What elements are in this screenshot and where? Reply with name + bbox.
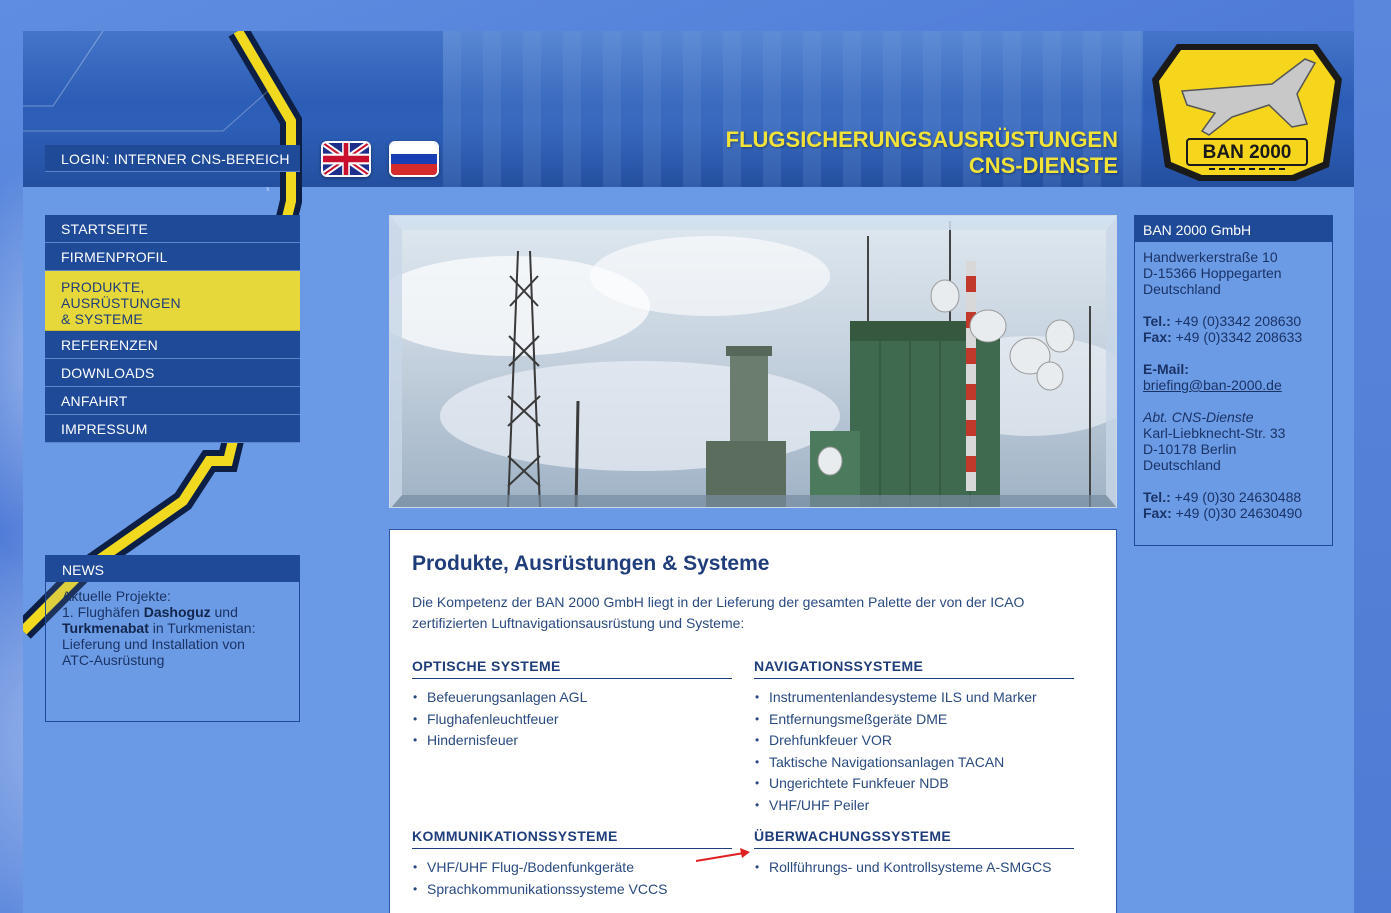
email-link[interactable]: briefing@ban-2000.de [1143,377,1282,393]
address-fax: Fax: +49 (0)3342 208633 [1143,329,1303,345]
news-city-turkmenabat: Turkmenabat [62,620,149,636]
news-line: Lieferung und Installation von [62,636,245,652]
section-title: OPTISCHE SYSTEME [412,658,732,679]
list-item: Sprachkommunikationssysteme VCCS [412,879,732,901]
news-line: 1. Flughäfen Dashoguz und [62,604,238,620]
ban2000-logo[interactable]: BAN 2000 [1147,39,1347,184]
address-street-2: Karl-Liebknecht-Str. 33 [1143,425,1286,441]
nav-item-startseite[interactable]: STARTSEITE [45,215,300,243]
address-text: Handwerkerstraße 10 D-15366 Hoppegarten … [1135,242,1332,521]
list-item: Befeuerungsanlagen AGL [412,687,732,709]
list-item: Taktische Navigationsanlagen TACAN [754,752,1074,774]
hero-image-antenna-towers [389,215,1117,508]
login-link[interactable]: LOGIN: INTERNER CNS-BEREICH [45,145,300,172]
department-name: Abt. CNS-Dienste [1143,409,1254,425]
list-item: VHF/UHF Flug-/Bodenfunkgeräte [412,857,732,879]
section-ueberwachungssysteme: ÜBERWACHUNGSSYSTEME Rollführungs- und Ko… [754,828,1074,879]
section-navigationssysteme: NAVIGATIONSSYSTEME Instrumentenlandesyst… [754,658,1074,816]
address-city: D-15366 Hoppegarten [1143,265,1282,281]
tagline-line-1: FLUGSICHERUNGSAUSRÜSTUNGEN [725,127,1118,152]
main-navigation: STARTSEITE FIRMENPROFIL PRODUKTE, AUSRÜS… [45,215,300,443]
section-kommunikationssysteme: KOMMUNIKATIONSSYSTEME VHF/UHF Flug-/Bode… [412,828,732,900]
address-country: Deutschland [1143,281,1221,297]
header-tagline: FLUGSICHERUNGSAUSRÜSTUNGEN CNS-DIENSTE [726,127,1118,179]
address-box: BAN 2000 GmbH Handwerkerstraße 10 D-1536… [1134,215,1333,546]
list-item: VHF/UHF Peiler [754,795,1074,817]
nav-item-firmenprofil[interactable]: FIRMENPROFIL [45,243,300,271]
news-title: NEWS [46,556,299,582]
intro-text: Die Kompetenz der BAN 2000 GmbH liegt in… [412,594,1025,631]
address-street: Handwerkerstraße 10 [1143,249,1278,265]
address-phone-2: Tel.: +49 (0)30 24630488 [1143,489,1302,505]
product-columns-row-2: KOMMUNIKATIONSSYSTEME VHF/UHF Flug-/Bode… [412,828,1094,908]
page-title: Produkte, Ausrüstungen & Systeme [412,552,770,575]
list-item: Hindernisfeuer [412,730,732,752]
nav-item-anfahrt[interactable]: ANFAHRT [45,387,300,415]
english-flag-icon[interactable] [321,141,371,177]
list-item: Entfernungsmeßgeräte DME [754,709,1074,731]
news-line: Turkmenabat in Turkmenistan: [62,620,256,636]
product-columns-row-1: OPTISCHE SYSTEME Befeuerungsanlagen AGL … [412,658,1094,862]
section-list: VHF/UHF Flug-/Bodenfunkgeräte Sprachkomm… [412,857,732,900]
email-label: E-Mail: [1143,361,1189,377]
address-city-2: D-10178 Berlin [1143,441,1237,457]
address-country-2: Deutschland [1143,457,1221,473]
section-list: Instrumentenlandesysteme ILS und Marker … [754,687,1074,816]
tagline-line-2: CNS-DIENSTE [968,153,1118,178]
news-text: Aktuelle Projekte: 1. Flughäfen Dashoguz… [46,582,299,668]
russian-flag-icon[interactable] [389,141,439,177]
section-list: Befeuerungsanlagen AGL Flughafenleuchtfe… [412,687,732,752]
logo-text: BAN 2000 [1203,142,1292,163]
news-line: Aktuelle Projekte: [62,588,171,604]
nav-item-impressum[interactable]: IMPRESSUM [45,415,300,443]
section-title: ÜBERWACHUNGSSYSTEME [754,828,1074,849]
section-optische-systeme: OPTISCHE SYSTEME Befeuerungsanlagen AGL … [412,658,732,752]
section-title: NAVIGATIONSSYSTEME [754,658,1074,679]
nav-item-produkte-line-1: PRODUKTE, [61,279,145,295]
list-item: Drehfunkfeuer VOR [754,730,1074,752]
list-item: Ungerichtete Funkfeuer NDB [754,773,1074,795]
news-city-dashoguz: Dashoguz [143,604,211,620]
nav-item-referenzen[interactable]: REFERENZEN [45,331,300,359]
list-item: Instrumentenlandesysteme ILS und Marker [754,687,1074,709]
nav-item-downloads[interactable]: DOWNLOADS [45,359,300,387]
nav-item-produkte[interactable]: PRODUKTE, AUSRÜSTUNGEN & SYSTEME [45,271,300,331]
news-box: NEWS Aktuelle Projekte: 1. Flughäfen Das… [45,555,300,722]
hero-illustration [390,221,1116,507]
news-line: ATC-Ausrüstung [62,652,165,668]
content-panel: Produkte, Ausrüstungen & Systeme Die Kom… [389,529,1117,913]
list-item: Flughafenleuchtfeuer [412,709,732,731]
address-fax-2: Fax: +49 (0)30 24630490 [1143,505,1303,521]
address-title: BAN 2000 GmbH [1135,216,1332,242]
browser-background-strip [1354,0,1391,913]
section-list: Rollführungs- und Kontrollsysteme A-SMGC… [754,857,1074,879]
address-phone: Tel.: +49 (0)3342 208630 [1143,313,1302,329]
list-item: Rollführungs- und Kontrollsysteme A-SMGC… [754,857,1074,879]
page-container: LOGIN: INTERNER CNS-BEREICH FLUGSICHERUN… [23,31,1354,913]
section-title: KOMMUNIKATIONSSYSTEME [412,828,732,849]
nav-item-produkte-line-3: & SYSTEME [61,311,143,327]
nav-item-produkte-line-2: AUSRÜSTUNGEN [61,295,181,311]
